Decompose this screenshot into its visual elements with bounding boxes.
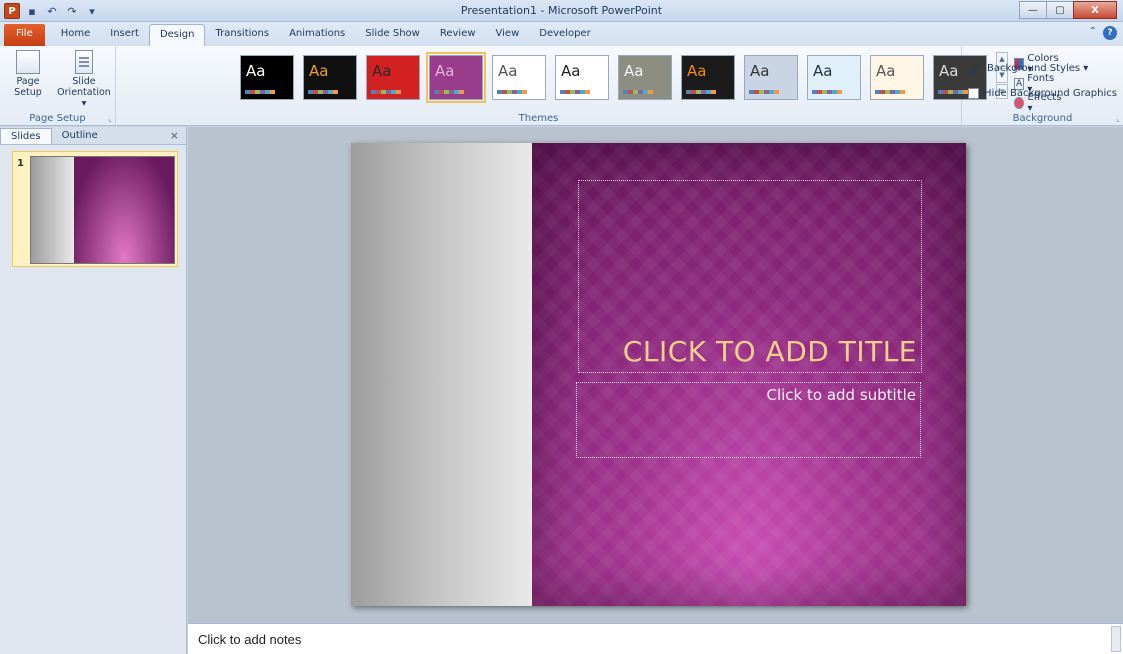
theme-aa-label: Aa [939, 62, 959, 80]
page-setup-group-label: Page Setup [29, 113, 86, 124]
theme-aa-label: Aa [435, 62, 455, 80]
theme-thumbnail-10[interactable]: Aa [807, 55, 861, 100]
theme-thumbnail-5[interactable]: Aa [492, 55, 546, 100]
theme-thumbnail-3[interactable]: Aa [366, 55, 420, 100]
theme-thumbnail-6[interactable]: Aa [555, 55, 609, 100]
title-bar: P ▪ ↶ ↷ ▾ Presentation1 - Microsoft Powe… [0, 0, 1123, 22]
tab-design[interactable]: Design [148, 24, 206, 46]
tab-slides[interactable]: Slides [0, 128, 52, 144]
tab-insert[interactable]: Insert [100, 24, 149, 46]
background-styles-label: Background Styles ▾ [986, 63, 1089, 74]
slide-thumbnail-image [30, 156, 175, 264]
close-panel-icon[interactable]: × [170, 129, 179, 142]
slide-editing-area: CLICK TO ADD TITLE Click to add subtitle [188, 127, 1123, 623]
hide-background-graphics-checkbox[interactable] [968, 88, 979, 99]
theme-aa-label: Aa [813, 62, 833, 80]
theme-color-swatches [371, 90, 401, 94]
tab-home[interactable]: Home [51, 24, 101, 46]
background-group-label: Background [1012, 113, 1073, 124]
theme-color-swatches [560, 90, 590, 94]
page-setup-label: Page Setup [14, 76, 42, 98]
theme-color-swatches [875, 90, 905, 94]
hide-background-graphics-option[interactable]: Hide Background Graphics [968, 88, 1117, 99]
close-button[interactable]: X [1073, 1, 1117, 19]
notes-scrollbar[interactable] [1111, 626, 1121, 652]
theme-aa-label: Aa [687, 62, 707, 80]
group-background: 🖌 Background Styles ▾ Hide Background Gr… [962, 46, 1123, 126]
theme-aa-label: Aa [372, 62, 392, 80]
theme-aa-label: Aa [309, 62, 329, 80]
background-styles-icon: 🖌 [968, 62, 982, 75]
subtitle-placeholder-text: Click to add subtitle [766, 386, 916, 404]
theme-thumbnail-1[interactable]: Aa [240, 55, 294, 100]
theme-color-swatches [686, 90, 716, 94]
tab-outline[interactable]: Outline [52, 128, 108, 144]
window-title: Presentation1 - Microsoft PowerPoint [460, 4, 663, 17]
slide-canvas[interactable]: CLICK TO ADD TITLE Click to add subtitle [351, 143, 966, 606]
slide-thumbnail-1[interactable]: 1 [12, 151, 178, 267]
tab-review[interactable]: Review [430, 24, 486, 46]
theme-thumbnail-9[interactable]: Aa [744, 55, 798, 100]
theme-thumbnail-4[interactable]: Aa [426, 52, 486, 103]
tab-developer[interactable]: Developer [529, 24, 600, 46]
slide-number: 1 [17, 158, 24, 169]
help-icon[interactable]: ? [1103, 26, 1117, 40]
theme-thumbnail-11[interactable]: Aa [870, 55, 924, 100]
tab-view[interactable]: View [486, 24, 530, 46]
theme-color-swatches [308, 90, 338, 94]
theme-aa-label: Aa [750, 62, 770, 80]
maximize-button[interactable]: ▢ [1046, 1, 1074, 19]
minimize-button[interactable]: — [1019, 1, 1047, 19]
group-themes: Aa Aa Aa Aa Aa Aa Aa Aa Aa Aa Aa Aa ▲ ▼ ≡ Colors ▾ … [116, 46, 1061, 126]
notes-placeholder: Click to add notes [198, 632, 302, 647]
tab-transitions[interactable]: Transitions [205, 24, 279, 46]
theme-thumbnail-2[interactable]: Aa [303, 55, 357, 100]
theme-color-swatches [623, 90, 653, 94]
theme-color-swatches [749, 90, 779, 94]
themes-group-label: Themes [518, 113, 559, 124]
theme-color-swatches [812, 90, 842, 94]
group-page-setup: Page Setup Slide Orientation ▾ Page Setu… [0, 46, 116, 126]
theme-aa-label: Aa [876, 62, 896, 80]
subtitle-placeholder[interactable]: Click to add subtitle [576, 382, 921, 458]
ribbon-tabs: File Home Insert Design Transitions Anim… [0, 22, 1123, 46]
theme-color-swatches [245, 90, 275, 94]
ribbon: Page Setup Slide Orientation ▾ Page Setu… [0, 46, 1123, 126]
tab-animations[interactable]: Animations [279, 24, 355, 46]
page-setup-icon [16, 50, 40, 74]
theme-aa-label: Aa [246, 62, 266, 80]
slides-panel: Slides Outline × 1 [0, 127, 187, 654]
theme-thumbnail-7[interactable]: Aa [618, 55, 672, 100]
themes-gallery: Aa Aa Aa Aa Aa Aa Aa Aa Aa Aa Aa Aa [234, 50, 994, 110]
theme-color-swatches [434, 90, 464, 94]
minimize-ribbon-icon[interactable]: ⌃ [1089, 26, 1097, 40]
tab-slide-show[interactable]: Slide Show [355, 24, 430, 46]
slide-orientation-label: Slide Orientation ▾ [57, 76, 111, 109]
theme-aa-label: Aa [561, 62, 581, 80]
notes-pane[interactable]: Click to add notes [188, 623, 1123, 654]
slide-orientation-icon [75, 50, 93, 74]
tab-right-controls: ⌃ ? [1089, 26, 1117, 40]
background-styles-button[interactable]: 🖌 Background Styles ▾ [968, 62, 1088, 75]
slide-orientation-button[interactable]: Slide Orientation ▾ [56, 50, 112, 109]
tab-file[interactable]: File [4, 24, 45, 46]
background-launcher-icon[interactable]: ⌞ [1116, 114, 1120, 123]
theme-thumbnail-8[interactable]: Aa [681, 55, 735, 100]
slide-gray-panel [351, 143, 532, 606]
theme-aa-label: Aa [498, 62, 518, 80]
slides-panel-tabs: Slides Outline × [0, 127, 186, 145]
title-placeholder-text: CLICK TO ADD TITLE [622, 335, 917, 368]
window-controls: — ▢ X [1019, 1, 1117, 19]
theme-aa-label: Aa [624, 62, 644, 80]
theme-color-swatches [497, 90, 527, 94]
page-setup-button[interactable]: Page Setup [6, 50, 50, 98]
hide-background-graphics-label: Hide Background Graphics [984, 88, 1117, 99]
title-placeholder[interactable]: CLICK TO ADD TITLE [578, 180, 922, 373]
page-setup-launcher-icon[interactable]: ⌞ [108, 114, 112, 123]
